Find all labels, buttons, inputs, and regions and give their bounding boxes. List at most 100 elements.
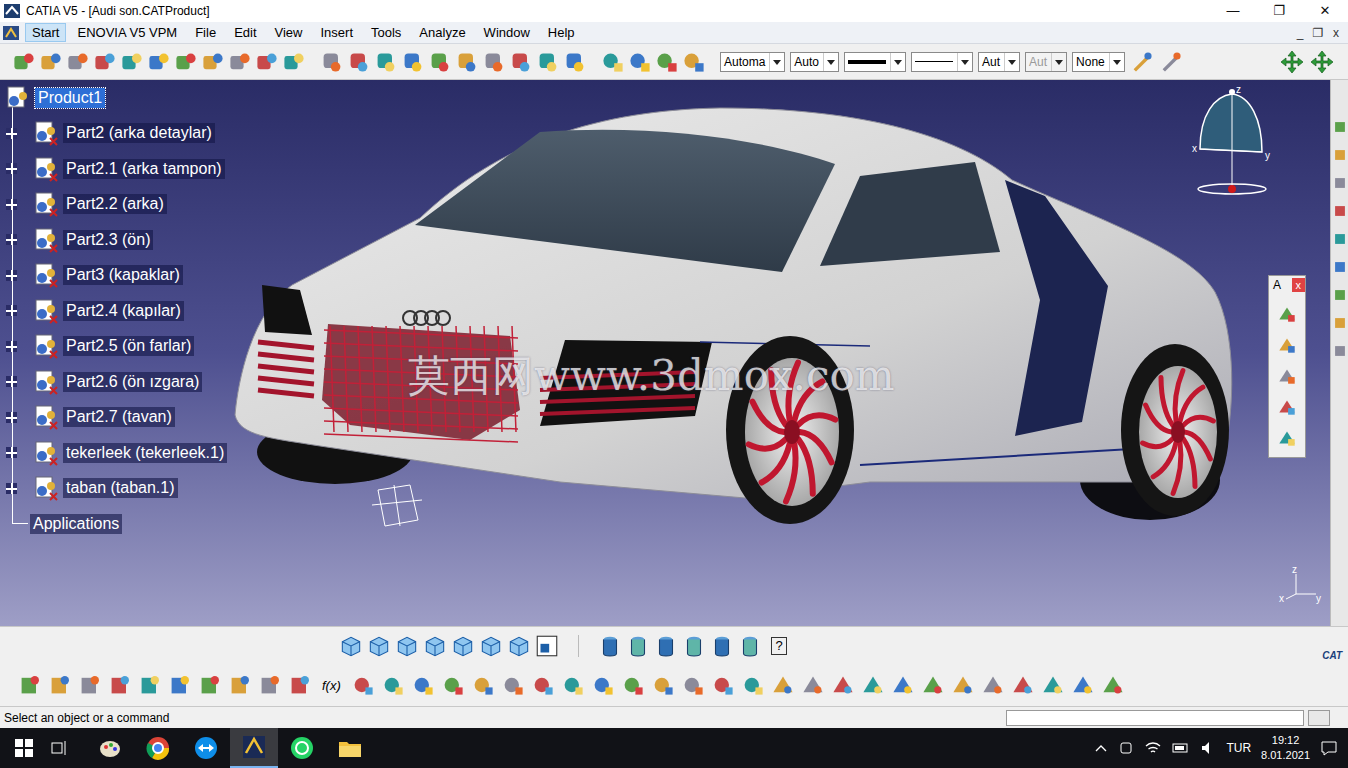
tool-icon[interactable] bbox=[1276, 334, 1298, 356]
view-cube-icon[interactable] bbox=[422, 633, 448, 659]
document-icon[interactable] bbox=[3, 26, 19, 40]
tool-icon[interactable] bbox=[1276, 365, 1298, 387]
tool-icon[interactable] bbox=[501, 673, 525, 697]
tool-icon[interactable] bbox=[138, 673, 162, 697]
tree-item[interactable]: taban (taban.1) bbox=[4, 471, 227, 507]
expand-toggle[interactable] bbox=[6, 376, 17, 387]
property-dropdown[interactable]: Automa bbox=[720, 52, 785, 72]
tool-icon[interactable] bbox=[120, 50, 144, 74]
tool-icon[interactable] bbox=[48, 673, 72, 697]
taskbar-app[interactable] bbox=[278, 728, 326, 768]
tree-label[interactable]: Part2 (arka detaylar) bbox=[63, 123, 215, 143]
battery-icon[interactable] bbox=[1172, 740, 1190, 756]
tree-label[interactable]: Part2.1 (arka tampon) bbox=[63, 159, 225, 179]
document-control-button[interactable]: ❐ bbox=[1312, 26, 1324, 40]
menu-item[interactable]: Start bbox=[25, 23, 66, 42]
close-button[interactable]: x bbox=[1292, 278, 1306, 292]
window-control-button[interactable]: — bbox=[1210, 0, 1256, 22]
expand-toggle[interactable] bbox=[6, 305, 17, 316]
tool-icon[interactable] bbox=[563, 50, 587, 74]
tool-icon[interactable] bbox=[288, 673, 312, 697]
tool-icon[interactable] bbox=[509, 50, 533, 74]
tree-item[interactable]: tekerleek (tekerleek.1) bbox=[4, 435, 227, 471]
render-mode-icon[interactable] bbox=[709, 633, 735, 659]
tool-icon[interactable] bbox=[681, 673, 705, 697]
tree-item[interactable]: Part2.4 (kapılar) bbox=[4, 293, 227, 329]
menu-item[interactable]: ENOVIA V5 VPM bbox=[70, 23, 184, 42]
tool-icon[interactable] bbox=[78, 673, 102, 697]
tool-icon[interactable] bbox=[1333, 120, 1347, 134]
tool-icon[interactable] bbox=[282, 50, 306, 74]
tool-icon[interactable] bbox=[861, 673, 885, 697]
tool-icon[interactable] bbox=[655, 50, 679, 74]
tool-icon[interactable] bbox=[951, 673, 975, 697]
tool-icon[interactable] bbox=[1071, 673, 1095, 697]
menu-item[interactable]: Insert bbox=[313, 23, 360, 42]
expand-toggle[interactable] bbox=[6, 270, 17, 281]
tool-icon[interactable] bbox=[374, 50, 398, 74]
tool-icon[interactable] bbox=[591, 673, 615, 697]
menu-item[interactable]: File bbox=[188, 23, 223, 42]
tool-icon[interactable] bbox=[258, 673, 282, 697]
tree-item[interactable]: Applications bbox=[4, 506, 227, 542]
windows-start-icon[interactable] bbox=[14, 738, 34, 758]
tool-icon[interactable] bbox=[351, 673, 375, 697]
tree-item[interactable]: Part2.7 (tavan) bbox=[4, 400, 227, 436]
tool-icon[interactable] bbox=[201, 50, 225, 74]
chevron-up-icon[interactable] bbox=[1094, 741, 1108, 755]
tool-icon[interactable] bbox=[981, 673, 1005, 697]
tree-item[interactable]: Part2.6 (ön ızgara) bbox=[4, 364, 227, 400]
tool-icon[interactable] bbox=[198, 673, 222, 697]
document-control-button[interactable]: _ bbox=[1294, 26, 1306, 40]
tool-icon[interactable] bbox=[1276, 396, 1298, 418]
tool-icon[interactable] bbox=[66, 50, 90, 74]
tool-icon[interactable] bbox=[12, 50, 36, 74]
tool-icon[interactable] bbox=[93, 50, 117, 74]
tool-icon[interactable] bbox=[628, 50, 652, 74]
tree-label[interactable]: Product1 bbox=[35, 88, 105, 108]
render-mode-icon[interactable] bbox=[681, 633, 707, 659]
tool-icon[interactable] bbox=[411, 673, 435, 697]
tree-label[interactable]: Part2.5 (ön farlar) bbox=[63, 336, 194, 356]
tool-icon[interactable] bbox=[381, 673, 405, 697]
tool-icon[interactable] bbox=[168, 673, 192, 697]
expand-toggle[interactable] bbox=[6, 412, 17, 423]
menu-item[interactable]: Edit bbox=[227, 23, 263, 42]
tool-icon[interactable] bbox=[347, 50, 371, 74]
menu-item[interactable]: Window bbox=[477, 23, 537, 42]
tool-icon[interactable] bbox=[601, 50, 625, 74]
tool-icon[interactable] bbox=[108, 673, 132, 697]
tool-icon[interactable] bbox=[1276, 303, 1298, 325]
language-indicator[interactable]: TUR bbox=[1226, 741, 1251, 755]
tree-label[interactable]: Part2.4 (kapılar) bbox=[63, 301, 184, 321]
pan-arrows-icon[interactable] bbox=[1280, 50, 1304, 74]
tool-icon[interactable] bbox=[1041, 673, 1065, 697]
tool-icon[interactable] bbox=[39, 50, 63, 74]
property-dropdown[interactable] bbox=[844, 52, 906, 72]
view-icon[interactable] bbox=[534, 633, 560, 659]
property-dropdown[interactable]: Aut bbox=[1025, 52, 1067, 72]
tool-icon[interactable] bbox=[1130, 50, 1154, 74]
tool-icon[interactable] bbox=[621, 673, 645, 697]
tree-item[interactable]: Part2.2 (arka) bbox=[4, 187, 227, 223]
taskbar-app[interactable] bbox=[182, 728, 230, 768]
3d-viewport[interactable]: Product1 Part2 (arka detaylar) Part2.1 (ar… bbox=[0, 80, 1330, 626]
formula-button[interactable]: f(x) bbox=[318, 678, 345, 693]
tree-root[interactable]: Product1 bbox=[4, 80, 227, 116]
tool-icon[interactable] bbox=[1159, 50, 1183, 74]
tool-icon[interactable] bbox=[771, 673, 795, 697]
tool-icon[interactable] bbox=[536, 50, 560, 74]
tool-icon[interactable] bbox=[531, 673, 555, 697]
tool-icon[interactable] bbox=[891, 673, 915, 697]
tree-label[interactable]: Part2.7 (tavan) bbox=[63, 407, 175, 427]
tool-icon[interactable] bbox=[471, 673, 495, 697]
document-control-button[interactable]: x bbox=[1330, 26, 1342, 40]
tool-icon[interactable] bbox=[228, 50, 252, 74]
view-cube-icon[interactable] bbox=[394, 633, 420, 659]
property-dropdown[interactable] bbox=[911, 52, 973, 72]
tool-icon[interactable] bbox=[1333, 148, 1347, 162]
window-control-button[interactable]: ✕ bbox=[1302, 0, 1348, 22]
property-dropdown[interactable]: None bbox=[1072, 52, 1125, 72]
tool-icon[interactable] bbox=[428, 50, 452, 74]
device-icon[interactable] bbox=[1118, 740, 1134, 756]
